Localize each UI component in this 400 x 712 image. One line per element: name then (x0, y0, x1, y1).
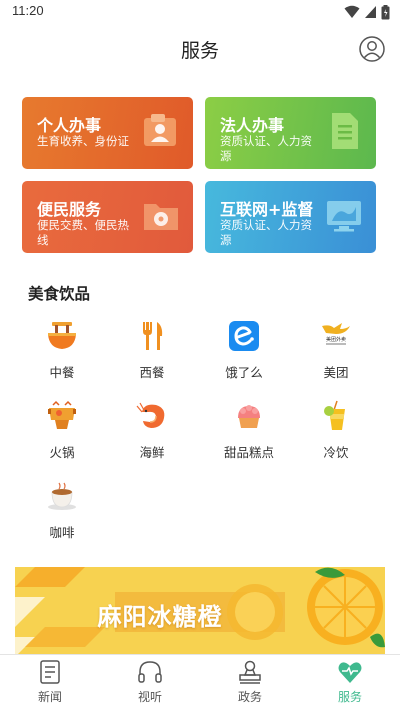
food-item-label: 冷饮 (323, 445, 349, 460)
tab-audio-video[interactable]: 视听 (100, 655, 200, 712)
food-item-label: 饿了么 (225, 365, 263, 380)
food-item-label: 美团 (323, 365, 349, 380)
government-icon (239, 660, 261, 684)
signal-icon (365, 6, 376, 18)
tab-service[interactable]: 服务 (300, 655, 400, 712)
service-card-personal[interactable]: 个人办事 生育收养、身份证 (22, 97, 193, 169)
food-item-coffee[interactable]: 咖啡 (22, 480, 102, 550)
food-item-dessert[interactable]: 甜品糕点 (209, 400, 289, 470)
page-title: 服务 (180, 40, 219, 62)
app-header: 服务 (0, 24, 400, 74)
tab-label: 视听 (137, 690, 162, 704)
food-item-chinese[interactable]: 中餐 (22, 320, 102, 390)
food-item-seafood[interactable]: 海鲜 (112, 400, 192, 470)
food-item-label: 火锅 (49, 445, 75, 460)
food-item-label: 咖啡 (49, 525, 75, 540)
food-item-western[interactable]: 西餐 (112, 320, 192, 390)
status-bar: 11:20 (0, 0, 400, 24)
shrimp-icon (136, 402, 165, 428)
tab-label: 新闻 (37, 690, 62, 704)
tab-label: 服务 (337, 690, 362, 704)
user-profile-icon[interactable] (359, 36, 385, 62)
bottom-tab-bar: 新闻 视听 政务 服务 (0, 654, 400, 712)
status-icons (344, 4, 390, 20)
card-subtitle: 资质认证、人力资源 (220, 218, 312, 247)
food-item-meituan[interactable]: 美团外卖 美团 (296, 320, 376, 390)
food-item-label: 西餐 (139, 365, 165, 380)
document-icon (332, 113, 358, 149)
card-title: 法人办事 (220, 116, 285, 135)
service-card-convenience[interactable]: 便民服务 便民交费、便民热线 (22, 181, 193, 253)
svg-text:美团外卖: 美团外卖 (326, 336, 346, 343)
monitor-icon (327, 201, 361, 232)
card-title: 个人办事 (37, 116, 102, 135)
folder-icon (144, 204, 178, 230)
service-heart-icon (338, 662, 362, 683)
tab-label: 政务 (237, 690, 262, 704)
food-item-label: 甜品糕点 (223, 445, 274, 460)
service-card-internet-supervision[interactable]: 互联网+监督 资质认证、人力资源 (205, 181, 376, 253)
news-icon (40, 660, 60, 684)
coffee-icon (48, 482, 76, 510)
id-card-icon (144, 114, 176, 146)
meituan-logo-icon: 美团外卖 (322, 323, 350, 345)
food-item-label: 中餐 (49, 365, 75, 380)
card-subtitle: 便民交费、便民热线 (37, 218, 129, 247)
cold-drink-icon (324, 400, 345, 430)
food-item-cold-drink[interactable]: 冷饮 (296, 400, 376, 470)
card-title: 便民服务 (37, 200, 102, 219)
food-section-title: 美食饮品 (28, 285, 91, 303)
eleme-logo-icon (229, 321, 259, 351)
service-card-legal[interactable]: 法人办事 资质认证、人力资源 (205, 97, 376, 169)
fork-knife-icon (143, 322, 163, 350)
food-item-eleme[interactable]: 饿了么 (204, 320, 284, 390)
promo-banner[interactable]: 麻阳冰糖橙 (15, 567, 385, 657)
wifi-icon (344, 5, 360, 18)
banner-title: 麻阳冰糖橙 (97, 602, 223, 631)
battery-icon (381, 4, 390, 19)
tab-news[interactable]: 新闻 (0, 655, 100, 712)
tab-government[interactable]: 政务 (200, 655, 300, 712)
status-time: 11:20 (12, 3, 44, 18)
food-item-label: 海鲜 (139, 445, 165, 460)
food-item-hotpot[interactable]: 火锅 (22, 400, 102, 470)
headphones-icon (138, 661, 162, 683)
noodle-bowl-icon (48, 322, 76, 349)
cake-icon (238, 405, 260, 428)
card-title: 互联网+监督 (220, 200, 314, 219)
card-subtitle: 资质认证、人力资源 (220, 134, 312, 163)
hotpot-icon (48, 400, 76, 429)
